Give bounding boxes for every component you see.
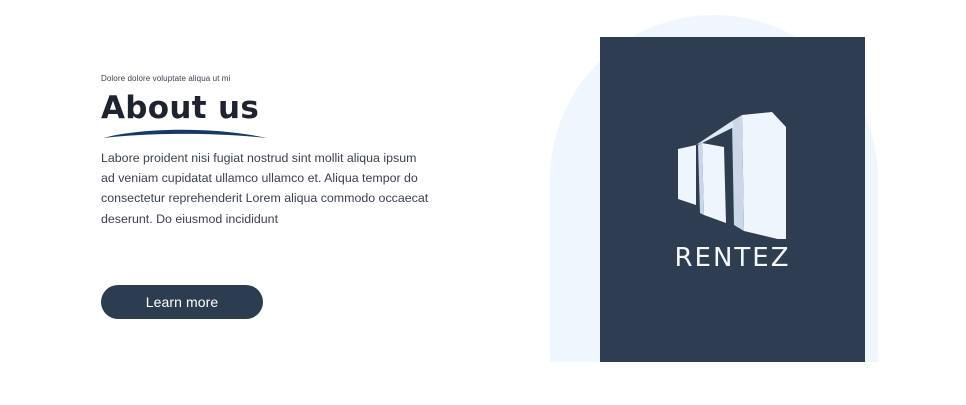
learn-more-button[interactable]: Learn more: [101, 285, 263, 319]
about-text-block: Dolore dolore voluptate aliqua ut mi Abo…: [101, 74, 431, 229]
eyebrow-text: Dolore dolore voluptate aliqua ut mi: [101, 74, 231, 83]
brand-name: RENTEZ: [674, 243, 791, 273]
about-paragraph: Labore proident nisi fugiat nostrud sint…: [101, 151, 429, 226]
buildings-icon: [678, 112, 786, 239]
about-section: Dolore dolore voluptate aliqua ut mi Abo…: [0, 0, 966, 405]
page-title: About us: [101, 90, 260, 126]
title-underline-swoosh: [103, 129, 267, 138]
logo-card: RENTEZ: [600, 37, 865, 362]
